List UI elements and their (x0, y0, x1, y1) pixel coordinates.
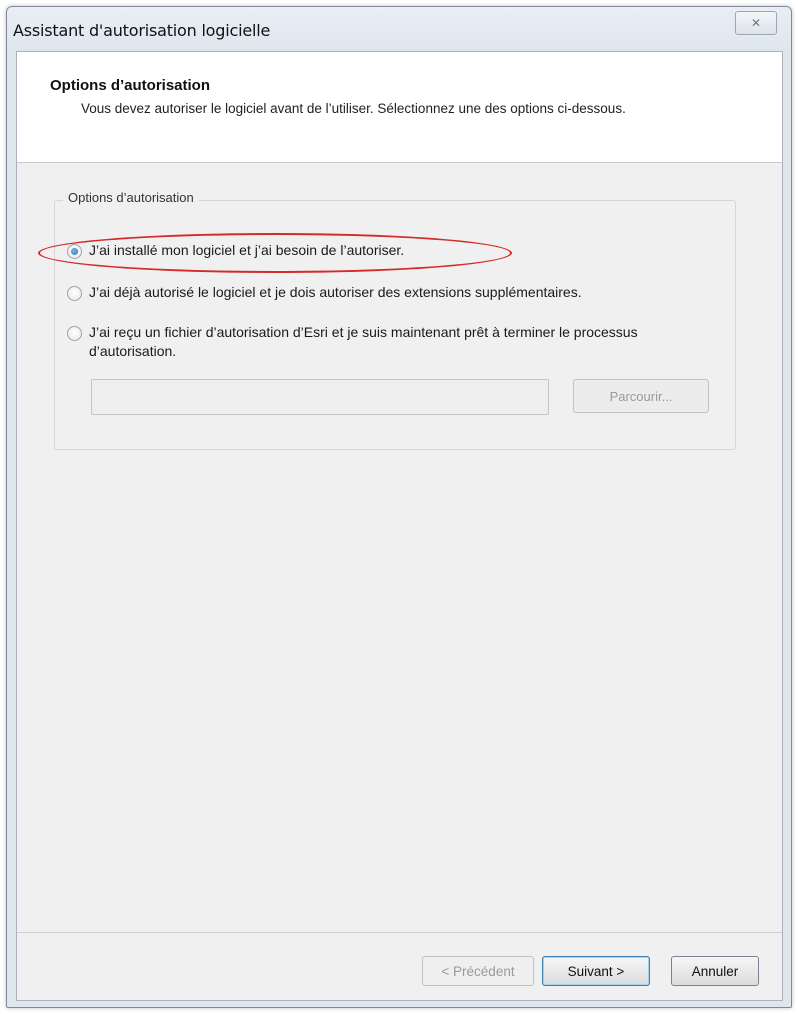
title-bar: Assistant d'autorisation logicielle ✕ (7, 7, 791, 51)
wizard-window: Assistant d'autorisation logicielle ✕ Op… (6, 6, 792, 1008)
wizard-header: Options d’autorisation Vous devez autori… (17, 52, 782, 163)
authorization-file-field[interactable] (91, 379, 549, 415)
option-authorize-extensions[interactable]: J’ai déjà autorisé le logiciel et je doi… (67, 283, 582, 302)
close-icon: ✕ (750, 16, 762, 30)
footer-divider (17, 932, 782, 933)
radio-icon[interactable] (67, 286, 82, 301)
next-button[interactable]: Suivant > (542, 956, 650, 986)
option-label: J’ai déjà autorisé le logiciel et je doi… (89, 284, 582, 300)
group-label: Options d’autorisation (63, 190, 199, 205)
window-title: Assistant d'autorisation logicielle (13, 21, 271, 40)
page-title: Options d’autorisation (50, 77, 210, 94)
option-label: J’ai installé mon logiciel et j’ai besoi… (89, 242, 405, 258)
cancel-button[interactable]: Annuler (671, 956, 759, 986)
page-description: Vous devez autoriser le logiciel avant d… (81, 101, 626, 116)
option-authorization-file[interactable]: J’ai reçu un fichier d’autorisation d’Es… (67, 323, 667, 361)
option-install-authorize[interactable]: J’ai installé mon logiciel et j’ai besoi… (67, 241, 404, 260)
browse-button[interactable]: Parcourir... (573, 379, 709, 413)
option-label: J’ai reçu un fichier d’autorisation d’Es… (89, 324, 638, 359)
authorization-options-group: Options d’autorisation J’ai installé mon… (54, 190, 736, 450)
previous-button[interactable]: < Précédent (422, 956, 534, 986)
wizard-client-area: Options d’autorisation Vous devez autori… (16, 51, 783, 1001)
radio-icon[interactable] (67, 326, 82, 341)
radio-selected-icon[interactable] (67, 244, 82, 259)
close-button[interactable]: ✕ (735, 11, 777, 35)
